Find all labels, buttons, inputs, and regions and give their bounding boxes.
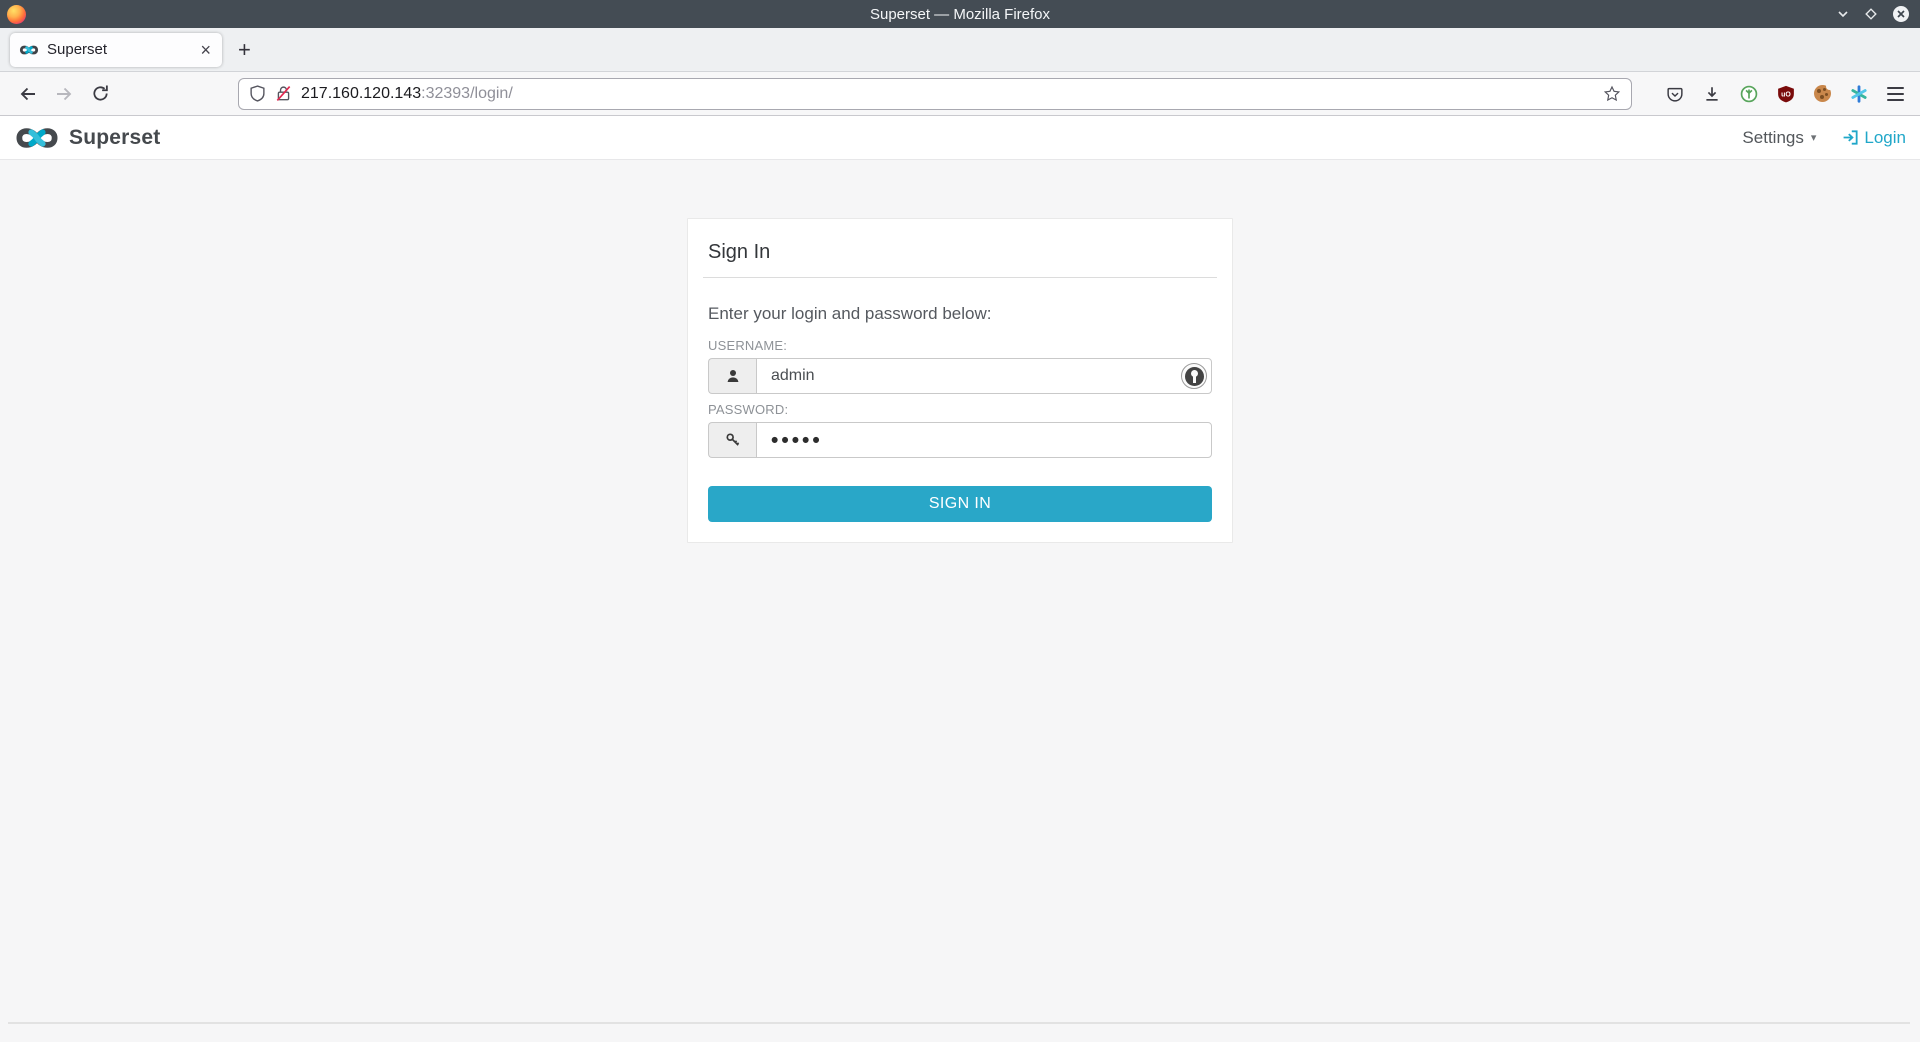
ublock-origin-icon[interactable]: uO [1777,85,1795,103]
caret-down-icon: ▾ [1811,131,1817,144]
close-button[interactable] [1892,5,1910,23]
url-text[interactable]: 217.160.120.143:32393/login/ [301,85,1594,103]
navbar-right: Settings ▾ Login [1742,128,1906,148]
sign-in-icon [1842,129,1859,146]
asterisk-extension-icon[interactable] [1850,85,1868,103]
username-input[interactable] [756,358,1212,394]
toolbar-extensions: uO [1666,85,1904,103]
superset-navbar: Superset Settings ▾ Login [0,116,1920,160]
brand-name: Superset [69,126,160,150]
extension-green-privacy-icon[interactable] [1740,85,1758,103]
chevron-down-icon [1836,7,1850,21]
username-group [708,358,1212,394]
reload-button[interactable] [84,78,116,110]
diamond-icon [1864,7,1878,21]
minimize-button[interactable] [1836,7,1850,21]
login-link[interactable]: Login [1842,128,1906,148]
menu-hamburger-icon[interactable] [1887,87,1904,101]
new-tab-button[interactable]: + [238,39,251,61]
reload-icon [91,84,110,103]
bookmark-star-icon[interactable] [1603,85,1621,103]
maximize-button[interactable] [1864,7,1878,21]
back-arrow-icon [18,84,38,104]
footer-divider [8,1022,1910,1024]
insecure-lock-icon[interactable] [275,85,292,102]
downloads-icon[interactable] [1703,85,1721,103]
superset-favicon-icon [19,44,39,56]
close-tab-icon[interactable]: × [198,41,213,59]
signin-panel: Sign In Enter your login and password be… [687,218,1233,543]
sign-in-button[interactable]: SIGN IN [708,486,1212,522]
user-icon [725,368,741,384]
cookie-extension-icon[interactable] [1814,85,1831,102]
panel-title: Sign In [703,234,1217,278]
browser-tab-superset[interactable]: Superset × [10,33,222,67]
window-controls [1836,5,1920,23]
url-path: :32393/login/ [421,85,513,102]
superset-logo-icon [14,124,60,152]
svg-text:uO: uO [1781,91,1791,98]
page-content: Sign In Enter your login and password be… [0,160,1920,1042]
settings-menu[interactable]: Settings ▾ [1742,128,1816,148]
close-icon [1892,5,1910,23]
password-manager-icon[interactable] [1181,363,1207,389]
screen: Superset — Mozilla Firefox Superset × + [0,0,1920,1042]
login-label: Login [1864,128,1906,148]
window-title: Superset — Mozilla Firefox [0,6,1920,23]
password-input[interactable] [756,422,1212,458]
tracking-protection-shield-icon[interactable] [249,85,266,102]
signin-instruction: Enter your login and password below: [708,304,1212,324]
username-addon [708,358,756,394]
forward-arrow-icon [54,84,74,104]
window-titlebar: Superset — Mozilla Firefox [0,0,1920,28]
superset-brand[interactable]: Superset [14,124,160,152]
password-addon [708,422,756,458]
settings-label: Settings [1742,128,1803,148]
url-host: 217.160.120.143 [301,85,421,102]
username-label: USERNAME: [708,338,1212,353]
forward-button[interactable] [48,78,80,110]
url-bar[interactable]: 217.160.120.143:32393/login/ [238,78,1632,110]
browser-toolbar: 217.160.120.143:32393/login/ uO [0,72,1920,116]
tab-title: Superset [47,41,190,58]
back-button[interactable] [12,78,44,110]
password-label: PASSWORD: [708,402,1212,417]
key-icon [725,432,741,448]
pocket-icon[interactable] [1666,85,1684,103]
tab-bar: Superset × + [0,28,1920,72]
password-group [708,422,1212,458]
